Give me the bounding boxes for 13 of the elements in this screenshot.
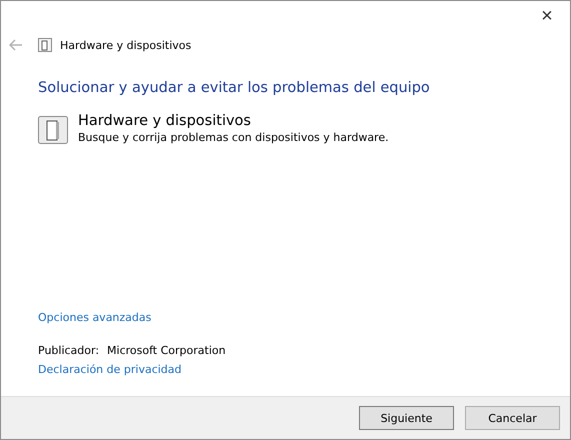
close-button[interactable]: ×: [524, 1, 570, 31]
page-heading: Solucionar y ayudar a evitar los problemas del equipo: [38, 80, 431, 96]
privacy-link[interactable]: Declaración de privacidad: [38, 363, 182, 376]
troubleshooter-description: Busque y corrija problemas con dispositivos y hardware.: [78, 131, 389, 144]
publisher-name: Microsoft Corporation: [107, 344, 226, 357]
troubleshooter-title[interactable]: Hardware y dispositivos: [78, 113, 389, 129]
window-title: Hardware y dispositivos: [60, 38, 192, 52]
next-button[interactable]: Siguiente: [359, 406, 454, 430]
publisher-label: Publicador:: [38, 344, 100, 357]
cancel-button[interactable]: Cancelar: [465, 406, 560, 430]
device-icon[interactable]: [38, 116, 68, 144]
advanced-options-link[interactable]: Opciones avanzadas: [38, 311, 152, 324]
device-icon: [38, 38, 52, 52]
